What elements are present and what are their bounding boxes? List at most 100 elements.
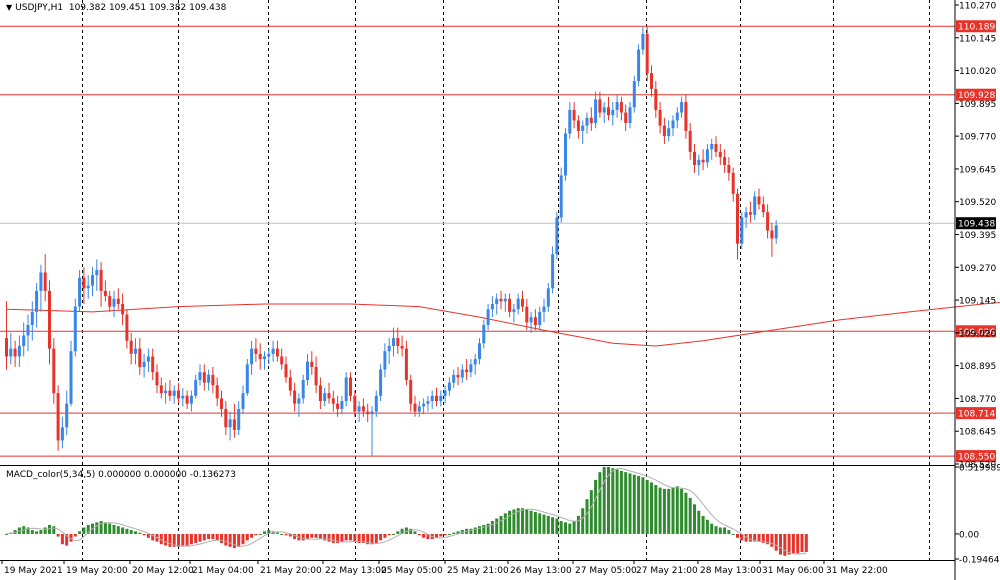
macd-histogram-bar: [439, 533, 443, 537]
macd-histogram-bar: [245, 533, 249, 541]
candle-body: [52, 348, 56, 394]
candle-body: [202, 372, 206, 383]
macd-histogram-bar: [181, 533, 185, 546]
macd-histogram-bar: [533, 512, 537, 534]
candle-body: [761, 204, 765, 213]
candle-body: [69, 351, 73, 404]
macd-histogram-bar: [331, 533, 335, 543]
macd-histogram-bar: [164, 533, 168, 546]
candle-body: [353, 395, 357, 412]
candle-body: [589, 117, 593, 124]
candle-body: [564, 133, 567, 176]
y-tick-label: 109.520: [959, 198, 996, 208]
macd-histogram-bar: [701, 515, 705, 534]
macd-histogram-bar: [736, 533, 739, 538]
candle-body: [125, 314, 129, 341]
y-tick-label: 109.895: [959, 100, 996, 110]
x-tick-label: 27 May 05:00: [575, 566, 637, 576]
macd-histogram-bar: [60, 533, 64, 545]
macd-histogram-bar: [189, 533, 193, 545]
candle-body: [723, 157, 727, 165]
x-tick-label: 25 May 21:00: [447, 566, 509, 576]
macd-histogram-bar: [538, 513, 542, 534]
candle-body: [73, 306, 77, 352]
candle-body: [757, 196, 761, 205]
y-tick-label: 110.145: [959, 34, 996, 44]
candle-body: [460, 369, 464, 378]
macd-histogram-bar: [559, 521, 563, 534]
macd-histogram-bar: [710, 523, 714, 534]
macd-histogram-bar: [142, 533, 146, 536]
y-tick-label: 109.770: [959, 133, 996, 143]
macd-histogram-bar: [508, 510, 512, 534]
candle-body: [409, 380, 413, 404]
candle-body: [207, 374, 211, 383]
candle-body: [701, 159, 705, 163]
candle: [379, 364, 383, 402]
macd-histogram-bar: [73, 533, 77, 537]
level-price-label: 108.714: [958, 410, 995, 420]
macd-histogram-bar: [619, 470, 623, 534]
macd-histogram-bar: [447, 533, 451, 535]
candle-body: [194, 380, 198, 396]
candle-body: [134, 348, 137, 354]
candle-body: [151, 356, 155, 373]
candle-body: [392, 338, 395, 346]
candle-body: [680, 102, 684, 113]
symbol-label: USDJPY,H1: [15, 3, 64, 13]
candle-body: [551, 254, 555, 289]
macd-histogram-bar: [275, 532, 279, 534]
macd-histogram-bar: [490, 521, 494, 534]
candle-body: [357, 406, 361, 412]
macd-histogram-bar: [576, 515, 580, 534]
candle-body: [714, 144, 718, 152]
macd-histogram-bar: [654, 485, 658, 534]
candle-body: [486, 309, 490, 325]
candle-body: [245, 364, 249, 394]
candle-body: [508, 298, 512, 312]
candle-body: [684, 102, 688, 131]
macd-histogram-bar: [263, 531, 266, 534]
candle-body: [465, 369, 469, 373]
candle-body: [9, 348, 13, 357]
macd-histogram-bar: [568, 523, 572, 534]
candle-body: [387, 345, 391, 352]
macd-histogram-bar: [684, 492, 688, 534]
macd-histogram-bar: [185, 533, 189, 546]
macd-histogram-bar: [658, 487, 662, 534]
macd-histogram-bar: [116, 526, 120, 534]
macd-histogram-bar: [671, 487, 675, 534]
candle-body: [495, 298, 499, 305]
candle-body: [628, 107, 632, 124]
candle-body: [181, 395, 185, 399]
candle-body: [452, 374, 456, 383]
macd-histogram-bar: [327, 533, 331, 542]
candle-body: [478, 343, 481, 360]
current-price-label: 109.438: [958, 220, 995, 230]
candle-body: [30, 311, 34, 325]
candle-body: [529, 317, 533, 323]
candle-body: [35, 290, 39, 312]
macd-y-tick-label: -0.194647: [959, 556, 1000, 566]
candle: [637, 44, 641, 87]
candle-body: [22, 335, 26, 346]
candle-body: [671, 120, 675, 129]
macd-histogram-bar: [602, 466, 606, 534]
candle-body: [615, 102, 619, 110]
macd-histogram-bar: [374, 533, 378, 543]
macd-y-tick-label: 0.00: [959, 530, 979, 540]
candle-body: [349, 377, 352, 396]
candle-body: [271, 348, 275, 354]
macd-y-tick-label: 0.519989: [959, 464, 1000, 474]
y-tick-label: 109.395: [959, 231, 996, 241]
candle-body: [435, 395, 438, 402]
macd-histogram-bar: [134, 531, 137, 534]
candle: [564, 128, 567, 181]
macd-header: MACD_color(5,34,5) 0.000000 0.000000 -0.…: [6, 470, 236, 480]
candle-body: [323, 393, 327, 402]
dropdown-triangle-icon[interactable]: ▼: [6, 3, 12, 12]
macd-histogram-bar: [731, 533, 735, 535]
y-tick-label: 109.145: [959, 297, 996, 307]
macd-histogram-bar: [215, 533, 219, 541]
y-tick-label: 109.270: [959, 264, 996, 274]
